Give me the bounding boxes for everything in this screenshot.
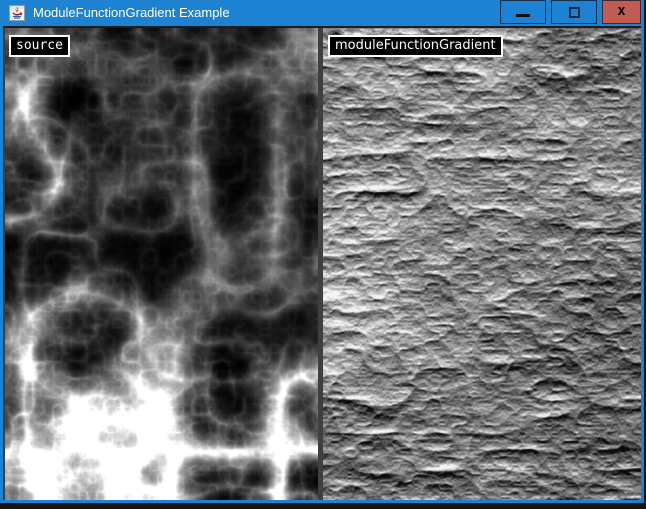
minimize-icon	[516, 14, 530, 17]
minimize-button[interactable]	[500, 0, 546, 24]
titlebar[interactable]: ModuleFunctionGradient Example x	[3, 0, 641, 26]
app-window: ModuleFunctionGradient Example x source …	[0, 0, 644, 503]
maximize-button[interactable]	[551, 0, 597, 24]
close-icon: x	[617, 4, 625, 18]
close-button[interactable]: x	[602, 0, 641, 24]
window-title: ModuleFunctionGradient Example	[33, 0, 230, 26]
module-function-gradient-label: moduleFunctionGradient	[328, 35, 503, 57]
gradient-image-panel: moduleFunctionGradient	[323, 28, 641, 500]
window-controls: x	[495, 0, 641, 24]
source-image-panel: source	[5, 28, 318, 500]
module-function-gradient-image	[323, 28, 641, 500]
java-coffee-cup-icon	[9, 5, 25, 21]
content-area: source moduleFunctionGradient	[3, 28, 641, 500]
maximize-icon	[569, 7, 580, 18]
source-label: source	[9, 35, 70, 57]
source-image	[5, 28, 318, 500]
